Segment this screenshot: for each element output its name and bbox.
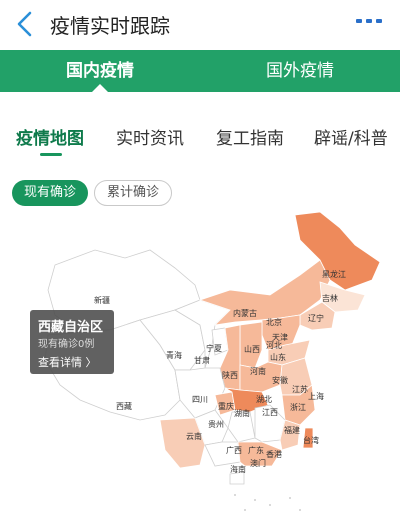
label-shanghai: 上海 bbox=[308, 391, 324, 401]
label-sichuan: 四川 bbox=[192, 395, 208, 404]
label-fujian: 福建 bbox=[284, 425, 300, 435]
active-tab-indicator bbox=[92, 84, 108, 92]
page-title: 疫情实时跟踪 bbox=[50, 14, 170, 38]
tab-epidemic-map[interactable]: 疫情地图 bbox=[16, 124, 84, 149]
tab-international[interactable]: 国外疫情 bbox=[200, 50, 400, 92]
label-henan: 河南 bbox=[250, 366, 266, 376]
tooltip-province-name: 西藏自治区 bbox=[38, 320, 104, 335]
ellipsis-icon[interactable] bbox=[356, 16, 382, 28]
label-shandong: 山东 bbox=[270, 352, 286, 362]
label-anhui: 安徽 bbox=[272, 375, 288, 385]
tooltip-confirmed-count: 现有确诊0例 bbox=[38, 339, 95, 350]
sub-tab-bar: 疫情地图 实时资讯 复工指南 辟谣/科普 bbox=[0, 112, 400, 152]
label-xizang: 西藏 bbox=[116, 401, 132, 411]
label-zhejiang: 浙江 bbox=[290, 402, 306, 412]
label-hebei: 河北 bbox=[266, 340, 282, 350]
label-guizhou: 贵州 bbox=[208, 419, 224, 429]
label-neimenggu: 内蒙古 bbox=[233, 308, 257, 318]
label-hainan: 海南 bbox=[230, 464, 246, 474]
tab-realtime-news[interactable]: 实时资讯 bbox=[116, 124, 184, 149]
label-taiwan: 台湾 bbox=[303, 435, 319, 445]
label-hongkong: 香港 bbox=[266, 449, 282, 459]
sub-tab-underline bbox=[40, 153, 62, 156]
label-guangdong: 广东 bbox=[248, 445, 264, 455]
label-heilongjiang: 黑龙江 bbox=[322, 269, 346, 279]
label-chongqing: 重庆 bbox=[218, 401, 234, 411]
top-bar: 疫情实时跟踪 bbox=[0, 0, 400, 50]
label-qinghai: 青海 bbox=[166, 350, 182, 360]
south-china-sea-islands bbox=[234, 494, 301, 511]
region-tab-bar: 国内疫情 国外疫情 bbox=[0, 50, 400, 92]
province-tooltip: 西藏自治区 现有确诊0例 查看详情 〉 bbox=[30, 310, 114, 374]
tab-rumor-science[interactable]: 辟谣/科普 bbox=[314, 124, 388, 149]
chevron-left-icon[interactable] bbox=[10, 8, 40, 40]
label-ningxia: 宁夏 bbox=[206, 343, 222, 353]
label-macao: 澳门 bbox=[250, 458, 266, 468]
tab-work-resumption[interactable]: 复工指南 bbox=[216, 124, 284, 149]
label-jiangxi: 江西 bbox=[262, 408, 278, 417]
label-hubei: 湖北 bbox=[256, 395, 272, 404]
tooltip-view-details-link[interactable]: 查看详情 〉 bbox=[38, 354, 97, 370]
label-beijing: 北京 bbox=[266, 317, 282, 327]
label-xinjiang: 新疆 bbox=[94, 295, 110, 305]
label-jiangsu: 江苏 bbox=[292, 384, 308, 394]
label-hunan: 湖南 bbox=[234, 408, 250, 418]
label-liaoning: 辽宁 bbox=[308, 313, 324, 323]
filter-cumulative-confirmed[interactable]: 累计确诊 bbox=[94, 180, 172, 206]
label-shanxi: 山西 bbox=[244, 344, 260, 354]
label-guangxi: 广西 bbox=[226, 445, 242, 455]
label-jilin: 吉林 bbox=[322, 293, 338, 303]
label-gansu: 甘肃 bbox=[194, 355, 210, 365]
label-yunnan: 云南 bbox=[186, 431, 202, 441]
label-shaanxi: 陕西 bbox=[222, 370, 238, 380]
filter-current-confirmed[interactable]: 现有确诊 bbox=[12, 180, 88, 206]
